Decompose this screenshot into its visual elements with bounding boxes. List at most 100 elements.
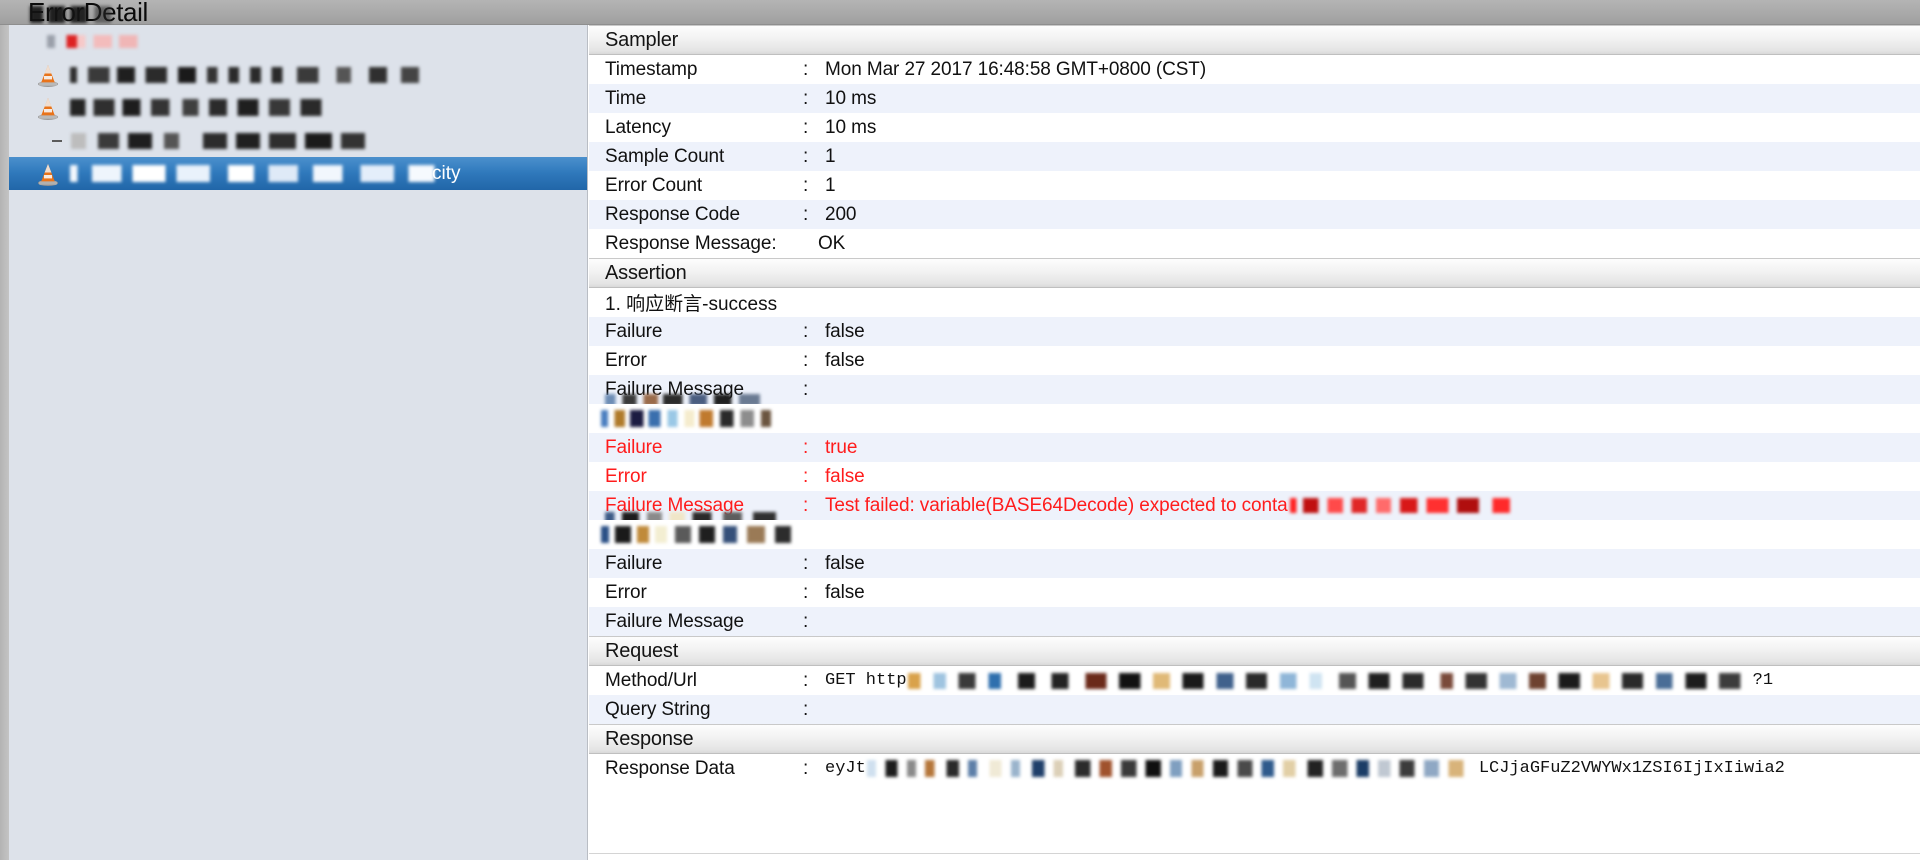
tree-handle-icon[interactable] — [51, 134, 65, 148]
row-value: Test failed: variable(BASE64Decode) expe… — [825, 494, 1288, 516]
row-value: false — [825, 349, 865, 371]
list-item[interactable] — [9, 25, 587, 58]
row-separator: : — [803, 552, 809, 574]
row-separator: : — [803, 145, 809, 167]
row-value: false — [825, 465, 865, 487]
row-time: Time : 10 ms — [589, 84, 1920, 113]
row-assertion-failure: Failure : true — [589, 433, 1920, 462]
section-title: Request — [605, 639, 679, 662]
row-value: OK — [818, 232, 846, 254]
row-separator: : — [803, 581, 809, 603]
cone-icon — [35, 95, 61, 121]
section-title: Assertion — [605, 261, 687, 284]
row-method-url: Method/Url : GET http ?1 — [589, 666, 1920, 695]
row-value: false — [825, 552, 865, 574]
row-key: Method/Url — [605, 669, 697, 691]
row-assertion-failure-message: Failure Message : Test failed: variable(… — [589, 491, 1920, 520]
row-separator: : — [803, 320, 809, 342]
row-value: Mon Mar 27 2017 16:48:58 GMT+0800 (CST) — [825, 58, 1207, 80]
row-value: false — [825, 581, 865, 603]
row-value: 10 ms — [825, 116, 877, 138]
row-separator: : — [803, 378, 809, 400]
row-separator: : — [803, 698, 809, 720]
row-key: Time — [605, 87, 647, 109]
list-item[interactable] — [9, 124, 587, 157]
row-assertion-failure-message: Failure Message : — [589, 607, 1920, 636]
row-sample-count: Sample Count : 1 — [589, 142, 1920, 171]
row-response-message: Response Message: OK — [589, 229, 1920, 258]
row-separator: : — [803, 203, 809, 225]
row-value: eyJt — [825, 759, 866, 778]
list-item-redaction — [70, 99, 332, 116]
list-item-redaction — [47, 35, 163, 48]
list-item[interactable] — [9, 58, 587, 91]
row-key: Timestamp — [605, 58, 698, 80]
row-separator: : — [803, 116, 809, 138]
row-assertion-error: Error : false — [589, 346, 1920, 375]
row-separator: : — [803, 610, 809, 632]
row-key: Response Data — [605, 757, 735, 779]
content-area: city Sampler Timestamp : Mon Mar 27 2017… — [0, 25, 1920, 860]
row-key: Response Message: — [605, 232, 777, 254]
row-separator: : — [803, 494, 809, 516]
row-separator: : — [803, 757, 809, 779]
assertion-title-redaction — [601, 410, 771, 427]
detail-panel[interactable]: Sampler Timestamp : Mon Mar 27 2017 16:4… — [589, 25, 1920, 860]
row-separator: : — [803, 465, 809, 487]
assertion-title-label: 1. 响应断言-success — [605, 294, 778, 315]
list-item-redaction — [70, 66, 430, 83]
row-response-code: Response Code : 200 — [589, 200, 1920, 229]
section-header-sampler: Sampler — [589, 25, 1920, 55]
row-key: Error — [605, 581, 647, 603]
row-key: Latency — [605, 116, 671, 138]
row-value-tail: ?1 — [1752, 671, 1774, 690]
row-value: 200 — [825, 203, 857, 225]
assertion-title: 1. 响应断言-success — [589, 288, 1920, 317]
row-value: true — [825, 436, 858, 458]
list-item[interactable] — [9, 91, 587, 124]
row-key: Query String — [605, 698, 711, 720]
row-error-count: Error Count : 1 — [589, 171, 1920, 200]
row-key: Failure Message — [605, 610, 744, 632]
cone-icon — [35, 62, 61, 88]
row-key: Response Code — [605, 203, 740, 225]
row-assertion-failure-message: Failure Message : — [589, 375, 1920, 404]
sidebar-left-gutter — [0, 25, 9, 860]
panel-bottom-strip — [589, 853, 1920, 860]
row-assertion-error: Error : false — [589, 578, 1920, 607]
row-latency: Latency : 10 ms — [589, 113, 1920, 142]
row-key: Error Count — [605, 174, 703, 196]
row-value-redaction — [907, 672, 1753, 689]
row-separator: : — [803, 58, 809, 80]
row-value: 1 — [825, 174, 836, 196]
result-tree[interactable]: city — [9, 25, 587, 190]
row-assertion-failure: Failure : false — [589, 549, 1920, 578]
row-timestamp: Timestamp : Mon Mar 27 2017 16:48:58 GMT… — [589, 55, 1920, 84]
row-key: Sample Count — [605, 145, 725, 167]
list-item-label: city — [432, 162, 461, 184]
section-header-request: Request — [589, 636, 1920, 666]
row-key: Failure — [605, 436, 663, 458]
row-redaction — [605, 394, 781, 404]
cone-icon — [35, 161, 61, 187]
assertion-title-redaction — [601, 526, 801, 543]
section-title: Response — [605, 727, 694, 750]
list-item-redaction — [70, 165, 438, 182]
row-separator: : — [803, 349, 809, 371]
tree-handle-icon[interactable] — [29, 35, 43, 49]
row-response-data: Response Data : eyJt LCJjaGFuZ2VWYWx1ZSI… — [589, 754, 1920, 783]
error-detail-window: ErrorDetail city Sampler Timestamp: Mon… — [0, 0, 1920, 860]
row-value: GET http — [825, 671, 907, 690]
list-item-selected[interactable]: city — [9, 157, 587, 190]
row-query-string: Query String : — [589, 695, 1920, 724]
section-title: Sampler — [605, 28, 679, 51]
row-value-tail: LCJjaGFuZ2VWYWx1ZSI6IjIxIiwia2 — [1478, 759, 1785, 778]
assertion-title — [589, 520, 1920, 549]
title-bar: ErrorDetail — [0, 0, 1920, 27]
section-header-response: Response — [589, 724, 1920, 754]
row-subline-redaction — [605, 512, 795, 520]
row-key: Error — [605, 349, 647, 371]
row-value: 10 ms — [825, 87, 877, 109]
row-value-redaction — [1289, 498, 1510, 513]
row-key: Failure — [605, 552, 663, 574]
